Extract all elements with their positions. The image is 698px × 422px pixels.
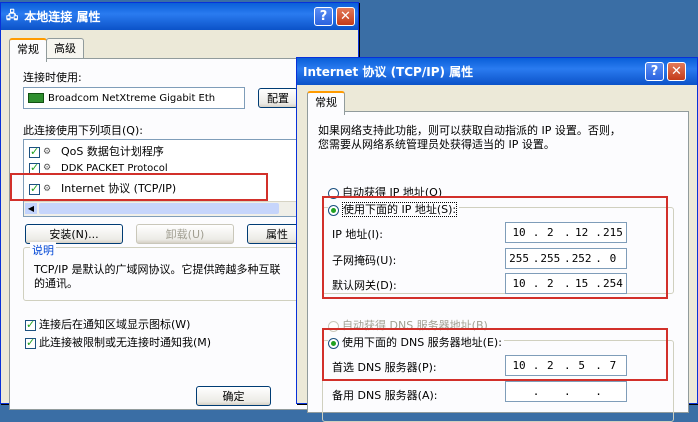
notify-checkbox-row[interactable]: 此连接被限制或无连接时通知我(M) [25, 334, 211, 350]
alternate-dns-label: 备用 DNS 服务器(A): [332, 389, 438, 402]
window-title: Internet 协议 (TCP/IP) 属性 [303, 65, 474, 79]
description-text-2: 的通讯。 [34, 277, 78, 290]
notify-label: 此连接被限制或无连接时通知我(M) [39, 336, 212, 349]
item-checkbox[interactable] [29, 161, 40, 174]
close-button[interactable]: ✕ [336, 7, 355, 26]
intro-text-2: 您需要从网络系统管理员处获得适当的 IP 设置。 [318, 138, 555, 151]
show-icon-checkbox-row[interactable]: 连接后在通知区域显示图标(W) [25, 316, 190, 332]
show-icon-label: 连接后在通知区域显示图标(W) [39, 318, 191, 331]
item-label: QoS 数据包计划程序 [61, 145, 164, 158]
list-item[interactable]: ⚙ QoS 数据包计划程序 [29, 143, 164, 159]
help-button[interactable]: ? [314, 7, 333, 26]
protocol-icon: ⚙ [43, 147, 52, 157]
description-title: 说明 [30, 242, 56, 258]
adapter-field: Broadcom NetXtreme Gigabit Eth [23, 87, 245, 109]
network-icon: 🖧 [6, 9, 19, 22]
close-button[interactable]: ✕ [667, 62, 686, 81]
tab-advanced[interactable]: 高级 [46, 38, 84, 59]
highlight-box-ip [322, 196, 668, 299]
title-bar: Internet 协议 (TCP/IP) 属性 ? ✕ [297, 58, 697, 85]
alternate-dns-input[interactable]: ... [505, 381, 627, 402]
show-icon-checkbox[interactable] [25, 318, 36, 331]
adapter-icon [28, 93, 44, 103]
items-label: 此连接使用下列项目(Q): [23, 124, 143, 137]
install-button[interactable]: 安装(N)... [25, 224, 123, 244]
window-title: 本地连接 属性 [24, 10, 101, 24]
tab-general[interactable]: 常规 [9, 38, 47, 62]
item-checkbox[interactable] [29, 145, 40, 158]
scroll-left-arrow[interactable]: ◀ [25, 203, 37, 214]
ok-button[interactable]: 确定 [196, 386, 271, 406]
configure-button[interactable]: 配置 [258, 88, 298, 108]
tcpip-properties-window: Internet 协议 (TCP/IP) 属性 ? ✕ 常规 如果网络支持此功能… [296, 57, 698, 422]
help-button[interactable]: ? [645, 62, 664, 81]
connect-using-label: 连接时使用: [23, 71, 82, 84]
tab-general[interactable]: 常规 [307, 91, 345, 115]
title-bar: 🖧 本地连接 属性 ? ✕ [1, 3, 358, 30]
uninstall-button[interactable]: 卸载(U) [136, 224, 234, 244]
highlight-box-dns [322, 328, 668, 381]
protocol-icon: ⚙ [43, 163, 52, 173]
horizontal-scrollbar[interactable]: ◀ [24, 201, 299, 216]
notify-checkbox[interactable] [25, 336, 36, 349]
adapter-name: Broadcom NetXtreme Gigabit Eth [48, 92, 216, 104]
scroll-thumb[interactable] [39, 203, 279, 214]
highlight-box-tcpip [10, 173, 268, 201]
